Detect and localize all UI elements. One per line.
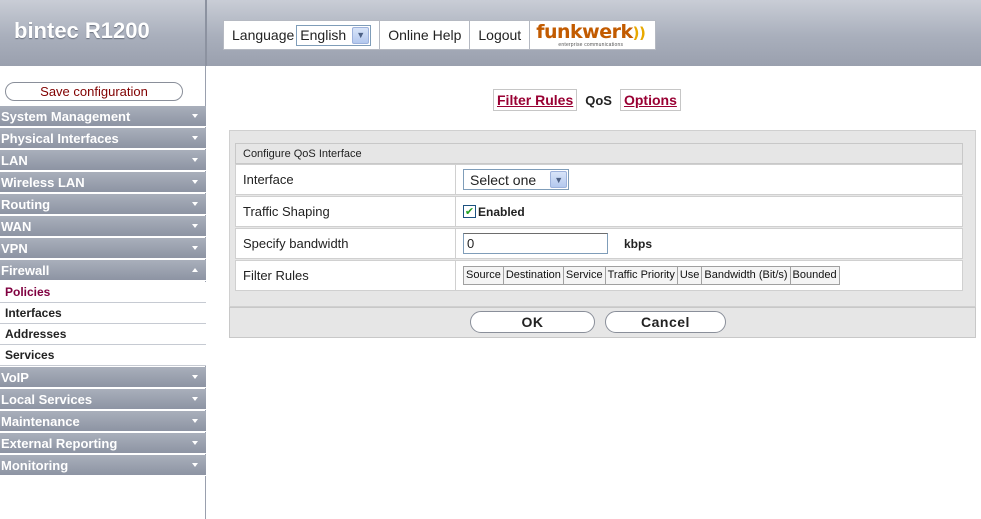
traffic-shaping-enabled-label: Enabled	[478, 204, 525, 219]
cancel-button[interactable]: Cancel	[605, 311, 726, 333]
sidebar-item-wireless-lan[interactable]: Wireless LAN	[0, 172, 206, 193]
column-header-source: Source	[464, 267, 504, 284]
chevron-down-icon	[192, 180, 198, 184]
funkwerk-logo: funkwerk)) enterprise communications	[530, 21, 655, 49]
language-value: English	[300, 27, 347, 43]
sidebar-item-label: Monitoring	[1, 457, 69, 473]
column-header-bounded: Bounded	[792, 269, 837, 281]
online-help-button[interactable]: Online Help	[380, 21, 471, 49]
chevron-down-icon	[192, 246, 198, 250]
interface-row: Interface Select one ▼	[235, 164, 963, 195]
filter-rules-table-header: Source Destination Service Traffic Prior…	[463, 266, 840, 285]
sidebar-item-label: Routing	[1, 196, 51, 212]
sidebar-subitem-services[interactable]: Services	[0, 345, 206, 366]
column-header-use: Use	[678, 267, 703, 284]
sidebar-item-label: System Management	[1, 108, 131, 124]
ok-button[interactable]: OK	[470, 311, 595, 333]
sidebar-item-firewall[interactable]: Firewall	[0, 260, 206, 281]
traffic-shaping-row: Traffic Shaping ✔ Enabled	[235, 196, 963, 227]
sidebar-subitem-interfaces[interactable]: Interfaces	[0, 303, 206, 324]
logout-button[interactable]: Logout	[470, 21, 531, 49]
chevron-down-icon	[192, 158, 198, 162]
bandwidth-row: Specify bandwidth 0 kbps	[235, 228, 963, 259]
interface-value: Select one	[470, 171, 537, 188]
sidebar-item-physical-interfaces[interactable]: Physical Interfaces	[0, 128, 206, 149]
chevron-down-icon	[192, 114, 198, 118]
filter-rules-label: Filter Rules	[236, 261, 456, 290]
interface-label: Interface	[236, 165, 456, 194]
sidebar-item-local-services[interactable]: Local Services	[0, 389, 206, 410]
save-configuration-button[interactable]: Save configuration	[5, 82, 183, 101]
form-title: Configure QoS Interface	[235, 143, 963, 164]
sidebar-item-maintenance[interactable]: Maintenance	[0, 411, 206, 432]
sidebar-item-label: External Reporting	[1, 435, 118, 451]
sidebar-item-system-management[interactable]: System Management	[0, 106, 206, 127]
tab-qos[interactable]: QoS	[582, 91, 615, 110]
filter-rules-row: Filter Rules Source Destination Service …	[235, 260, 963, 291]
column-header-service: Service	[564, 267, 606, 284]
column-header-destination: Destination	[504, 267, 564, 284]
traffic-shaping-label: Traffic Shaping	[236, 197, 456, 226]
sidebar-item-label: Local Services	[1, 391, 93, 407]
sidebar-item-wan[interactable]: WAN	[0, 216, 206, 237]
chevron-down-icon	[192, 463, 198, 467]
sidebar-subitem-addresses[interactable]: Addresses	[0, 324, 206, 345]
sidebar-item-external-reporting[interactable]: External Reporting	[0, 433, 206, 454]
chevron-down-icon	[192, 441, 198, 445]
traffic-shaping-checkbox[interactable]: ✔	[463, 205, 476, 218]
tab-options[interactable]: Options	[619, 89, 681, 111]
sidebar-item-label: Firewall	[1, 262, 50, 278]
sidebar-item-routing[interactable]: Routing	[0, 194, 206, 215]
tab-filter-rules[interactable]: Filter Rules	[493, 89, 578, 111]
bandwidth-label: Specify bandwidth	[236, 229, 456, 258]
language-selector: Language English ▼	[224, 21, 381, 49]
chevron-up-icon	[192, 268, 198, 272]
sidebar: Save configuration System Management Phy…	[0, 66, 206, 519]
chevron-down-icon	[192, 375, 198, 379]
header-divider	[205, 0, 207, 66]
chevron-down-icon	[192, 419, 198, 423]
sidebar-item-label: LAN	[1, 152, 28, 168]
chevron-down-icon	[192, 397, 198, 401]
sidebar-item-label: VoIP	[1, 369, 29, 385]
chevron-down-icon	[192, 224, 198, 228]
logo-tagline: enterprise communications	[558, 41, 624, 48]
chevron-down-icon	[192, 136, 198, 140]
logo-name: funkwerk	[536, 20, 633, 43]
sidebar-item-monitoring[interactable]: Monitoring	[0, 455, 206, 476]
button-bar	[229, 307, 976, 338]
chevron-down-icon[interactable]: ▼	[352, 26, 370, 44]
bandwidth-input[interactable]: 0	[463, 233, 608, 254]
sidebar-item-vpn[interactable]: VPN	[0, 238, 206, 259]
sidebar-item-label: Maintenance	[1, 413, 80, 429]
language-dropdown[interactable]: English ▼	[296, 24, 372, 46]
sidebar-item-label: WAN	[1, 218, 32, 234]
signal-waves-icon: ))	[632, 23, 646, 42]
interface-dropdown[interactable]: Select one ▼	[463, 169, 570, 190]
bandwidth-unit: kbps	[624, 236, 653, 251]
sidebar-subitem-policies[interactable]: Policies	[0, 282, 206, 303]
tab-bar: Filter Rules QoS Options	[493, 89, 686, 111]
chevron-down-icon[interactable]: ▼	[550, 171, 568, 188]
column-header-traffic-priority: Traffic Priority	[606, 267, 678, 284]
column-header-bandwidth: Bandwidth (Bit/s)	[702, 267, 791, 284]
top-toolbar: Language English ▼ Online Help Logout fu…	[223, 20, 657, 50]
sidebar-item-label: Physical Interfaces	[1, 130, 119, 146]
sidebar-item-lan[interactable]: LAN	[0, 150, 206, 171]
sidebar-item-voip[interactable]: VoIP	[0, 367, 206, 388]
brand-title: bintec R1200	[14, 18, 150, 43]
header-bar: bintec R1200 Language English ▼ Online H…	[0, 0, 981, 66]
sidebar-item-label: VPN	[1, 240, 28, 256]
language-label: Language	[232, 27, 295, 43]
chevron-down-icon	[192, 202, 198, 206]
sidebar-item-label: Wireless LAN	[1, 174, 85, 190]
app-window: bintec R1200 Language English ▼ Online H…	[0, 0, 981, 519]
